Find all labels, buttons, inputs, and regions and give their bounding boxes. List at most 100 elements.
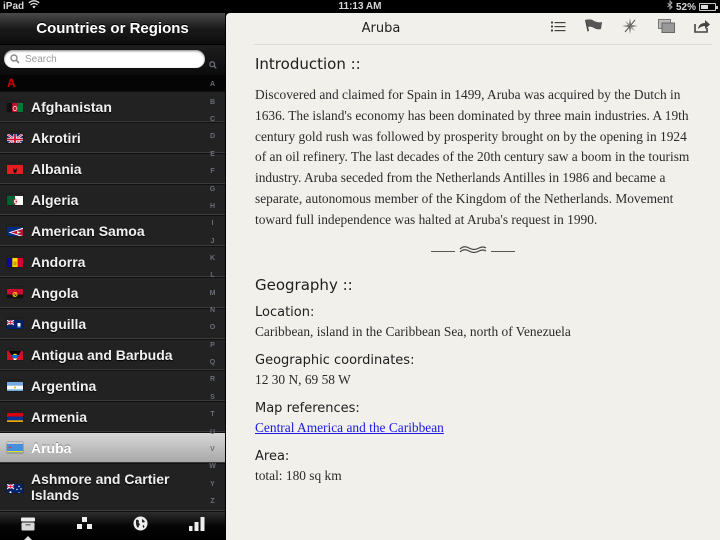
index-letter-s[interactable]: S bbox=[210, 393, 215, 403]
flag-anguilla-icon bbox=[7, 318, 23, 329]
search-icon bbox=[10, 54, 20, 64]
country-item-angola[interactable]: Angola bbox=[0, 277, 225, 308]
gallery-button[interactable] bbox=[656, 18, 676, 38]
sidebar-tab-bar bbox=[0, 511, 225, 540]
index-letter-j[interactable]: J bbox=[211, 237, 215, 247]
search-bar bbox=[0, 45, 225, 75]
share-button[interactable] bbox=[692, 19, 712, 37]
detail-toolbar bbox=[548, 17, 712, 38]
index-letter-b[interactable]: B bbox=[210, 98, 215, 108]
country-item-afghanistan[interactable]: Afghanistan bbox=[0, 91, 225, 122]
contents-button[interactable] bbox=[548, 19, 568, 37]
index-letter-a[interactable]: A bbox=[210, 80, 215, 90]
battery-percent: 52% bbox=[675, 1, 696, 13]
country-name: Algeria bbox=[31, 191, 79, 208]
flag-algeria-icon bbox=[7, 194, 23, 205]
detail-header: Aruba bbox=[226, 13, 720, 45]
index-letter-i[interactable]: I bbox=[212, 219, 214, 229]
country-item-aruba[interactable]: Aruba bbox=[0, 432, 225, 463]
country-item-albania[interactable]: Albania bbox=[0, 153, 225, 184]
map-references-label-text: Map references bbox=[255, 400, 356, 416]
country-name: Anguilla bbox=[31, 315, 87, 332]
globe-icon bbox=[133, 516, 148, 536]
introduction-heading: Introduction :: bbox=[255, 55, 361, 73]
index-letter-m[interactable]: M bbox=[210, 289, 216, 299]
country-name: Aruba bbox=[31, 439, 72, 456]
coordinates-label: Geographic coordinates: bbox=[255, 352, 690, 370]
bar-chart-icon bbox=[188, 516, 205, 536]
battery-level bbox=[701, 5, 708, 9]
index-letter-v[interactable]: V bbox=[210, 445, 215, 455]
country-item-ashmore-and-cartier-islands[interactable]: Ashmore and Cartier Islands bbox=[0, 463, 225, 511]
country-item-american-samoa[interactable]: American Samoa bbox=[0, 215, 225, 246]
country-item-anguilla[interactable]: Anguilla bbox=[0, 308, 225, 339]
country-name: Albania bbox=[31, 160, 82, 177]
flag-afghanistan-icon bbox=[7, 101, 23, 112]
regions-tab[interactable] bbox=[64, 512, 104, 540]
area-label: Area: bbox=[255, 448, 690, 466]
index-letter-r[interactable]: R bbox=[210, 375, 215, 385]
index-letter-n[interactable]: N bbox=[210, 306, 215, 316]
index-letter-u[interactable]: U bbox=[210, 428, 215, 438]
search-input[interactable] bbox=[25, 53, 185, 65]
coordinates-value: 12 30 N, 69 58 W bbox=[255, 371, 351, 387]
flag-american-samoa-icon bbox=[7, 225, 23, 236]
battery-icon bbox=[699, 3, 718, 11]
index-letter-k[interactable]: K bbox=[210, 254, 215, 264]
country-item-antigua-and-barbuda[interactable]: Antigua and Barbuda bbox=[0, 339, 225, 370]
geography-heading: Geography :: bbox=[255, 275, 353, 294]
compass-button[interactable] bbox=[620, 17, 640, 37]
index-letter-d[interactable]: D bbox=[210, 132, 215, 142]
area-label-text: Area bbox=[255, 448, 285, 464]
country-name: Antigua and Barbuda bbox=[31, 346, 173, 363]
country-item-armenia[interactable]: Armenia bbox=[0, 401, 225, 432]
label-colon: : bbox=[309, 304, 315, 320]
countries-sidebar: Countries or Regions A Afghanistan Akroti… bbox=[0, 13, 225, 540]
index-search-icon[interactable] bbox=[208, 61, 217, 73]
index-letter-o[interactable]: O bbox=[210, 323, 215, 333]
country-item-algeria[interactable]: Algeria bbox=[0, 184, 225, 215]
photos-icon bbox=[657, 18, 675, 38]
country-list: Afghanistan Akrotiri Albania Algeria America… bbox=[0, 91, 225, 511]
flag-button[interactable] bbox=[584, 18, 604, 37]
header-divider bbox=[254, 44, 712, 45]
index-letter-w[interactable]: W bbox=[209, 462, 216, 472]
country-item-argentina[interactable]: Argentina bbox=[0, 370, 225, 401]
clock: 11:13 AM bbox=[338, 1, 382, 12]
archive-box-icon bbox=[20, 517, 36, 536]
index-letter-p[interactable]: P bbox=[210, 341, 215, 351]
index-letter-z[interactable]: Z bbox=[210, 497, 214, 507]
flag-albania-icon bbox=[7, 163, 23, 174]
rankings-tab[interactable] bbox=[177, 512, 217, 540]
flag-andorra-icon bbox=[7, 256, 23, 267]
country-item-andorra[interactable]: Andorra bbox=[0, 246, 225, 277]
ornament-icon bbox=[459, 243, 487, 261]
index-letter-t[interactable]: T bbox=[210, 410, 214, 420]
flag-angola-icon bbox=[7, 287, 23, 298]
country-name: Argentina bbox=[31, 377, 97, 394]
search-field[interactable] bbox=[4, 50, 205, 68]
country-name: Andorra bbox=[31, 253, 86, 270]
index-letter-h[interactable]: H bbox=[210, 202, 215, 212]
section-header-a: A bbox=[0, 75, 225, 91]
country-name: Akrotiri bbox=[31, 129, 81, 146]
index-letter-q[interactable]: Q bbox=[210, 358, 215, 368]
index-letter-f[interactable]: F bbox=[210, 167, 214, 177]
index-letter-e[interactable]: E bbox=[210, 150, 215, 160]
location-label-text: Location bbox=[255, 304, 310, 320]
sidebar-title: Countries or Regions bbox=[0, 13, 225, 45]
flag-antigua-and-barbuda-icon bbox=[7, 349, 23, 360]
index-letter-c[interactable]: C bbox=[210, 115, 215, 125]
index-letter-l[interactable]: L bbox=[210, 271, 214, 281]
map-tab[interactable] bbox=[121, 512, 161, 540]
countries-tab[interactable] bbox=[8, 512, 48, 540]
flag-ashmore-and-cartier-islands-icon bbox=[7, 482, 23, 493]
index-letter-y[interactable]: Y bbox=[210, 480, 215, 490]
country-name: American Samoa bbox=[31, 222, 145, 239]
section-divider bbox=[255, 242, 690, 262]
divider-line-right bbox=[490, 251, 515, 253]
map-references-link[interactable]: Central America and the Caribbean bbox=[255, 420, 444, 435]
index-letter-g[interactable]: G bbox=[210, 185, 215, 195]
country-item-akrotiri[interactable]: Akrotiri bbox=[0, 122, 225, 153]
section-index[interactable]: ABCDEFGHIJKLMNOPQRSTUVWYZ bbox=[200, 58, 225, 513]
